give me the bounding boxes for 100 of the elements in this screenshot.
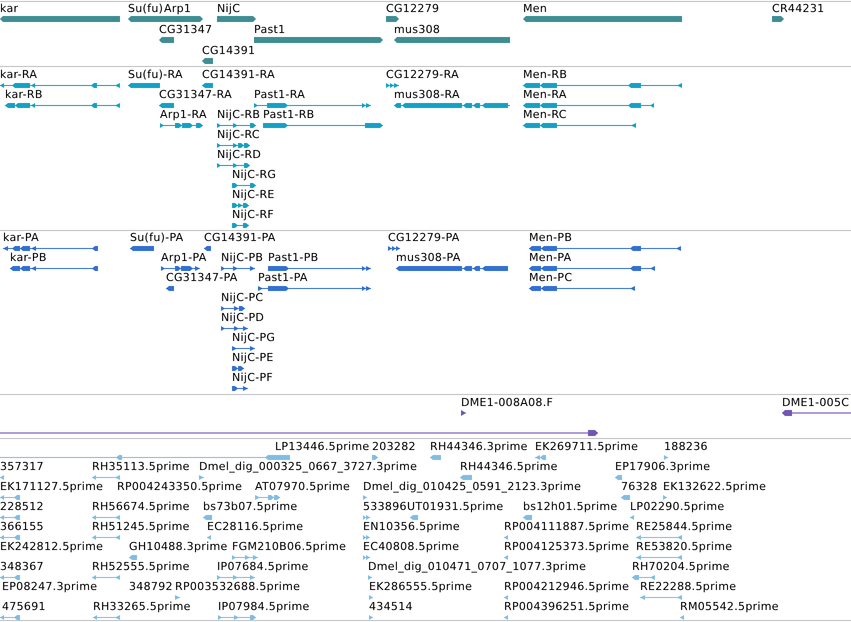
transcript-label: Arp1-RA bbox=[160, 108, 207, 121]
gene-label: Arp1 bbox=[164, 2, 192, 15]
est-label: RH56674.5prime bbox=[92, 500, 190, 513]
est-label: LP13446.5prime bbox=[275, 440, 370, 453]
est-label: GH10488.3prime bbox=[129, 540, 228, 553]
est-label: RH33265.5prime bbox=[93, 600, 191, 613]
transcript-label: CG12279-RA bbox=[386, 68, 459, 81]
est-label: RM05542.5prime bbox=[680, 600, 779, 613]
protein-label: Men-PB bbox=[529, 231, 572, 244]
protein-label: Past1-PA bbox=[258, 271, 308, 284]
est-label: Dmel_dig_010471_0707_1077.3prime bbox=[368, 560, 586, 573]
transcript-label: CG14391-RA bbox=[202, 68, 275, 81]
est-label: RP004396251.5prime bbox=[504, 600, 630, 613]
est-label: RP004212946.5prime bbox=[504, 580, 630, 593]
est-label: 76328 bbox=[621, 480, 658, 493]
gene-label: Men bbox=[523, 2, 548, 15]
est-label: EK242812.5prime bbox=[0, 540, 104, 553]
est-label: 533896 bbox=[363, 500, 407, 513]
protein-label: CG14391-PA bbox=[204, 231, 276, 244]
est-label: EK171127.5prime bbox=[0, 480, 104, 493]
est-label: EK286555.5prime bbox=[369, 580, 472, 593]
clone-label: DME1-008A08.F bbox=[461, 396, 554, 409]
est-label: 203282 bbox=[372, 440, 416, 453]
est-label: bs73b07.5prime bbox=[203, 500, 298, 513]
protein-label: NijC-PE bbox=[232, 351, 274, 364]
protein-label: Arp1-PA bbox=[161, 251, 207, 264]
transcript-label: Men-RA bbox=[523, 88, 567, 101]
est-label: 188236 bbox=[664, 440, 708, 453]
gene-label: Past1 bbox=[254, 23, 286, 36]
est-label: RH44346.5prime bbox=[460, 460, 558, 473]
protein-label: kar-PA bbox=[3, 231, 39, 244]
est-label: RP003532688.5prime bbox=[175, 580, 300, 593]
est-label: RE25844.5prime bbox=[636, 520, 732, 533]
est-label: LP02290.5prime bbox=[630, 500, 724, 513]
transcript-label: Men-RB bbox=[523, 68, 568, 81]
protein-label: kar-PB bbox=[10, 251, 47, 264]
transcript-label: Past1-RB bbox=[263, 108, 314, 121]
transcript-label: kar-RB bbox=[5, 88, 43, 101]
est-label: RH52555.5prime bbox=[92, 560, 190, 573]
transcript-label: NijC-RB bbox=[217, 108, 260, 121]
est-label: 357317 bbox=[0, 460, 44, 473]
protein-label: CG12279-PA bbox=[388, 231, 460, 244]
gene-label: kar bbox=[0, 2, 18, 15]
est-label: RE53820.5prime bbox=[636, 540, 732, 553]
protein-label: NijC-PB bbox=[221, 251, 264, 264]
est-label: FGM210B06.5prime bbox=[232, 540, 346, 553]
gene-label: CG31347 bbox=[159, 23, 212, 36]
protein-label: Su(fu)-PA bbox=[130, 231, 184, 244]
protein-label: NijC-PD bbox=[221, 311, 264, 324]
transcript-label: Su(fu)-RA bbox=[128, 68, 183, 81]
est-label: bs12h01.5prime bbox=[523, 500, 618, 513]
est-label: Dmel_dig_000325_0667_3727.3prime bbox=[199, 460, 418, 473]
est-label: EC28116.5prime bbox=[207, 520, 304, 533]
protein-label: NijC-PC bbox=[221, 291, 264, 304]
est-label: RH70204.5prime bbox=[632, 560, 730, 573]
transcript-label: mus308-RA bbox=[394, 88, 460, 101]
est-label: 475691 bbox=[2, 600, 46, 613]
protein-label: NijC-PG bbox=[232, 331, 276, 344]
est-label: IP07984.5prime bbox=[218, 600, 310, 613]
est-label: EK132622.5prime bbox=[663, 480, 766, 493]
gene-label: CG12279 bbox=[386, 2, 440, 15]
protein-label: NijC-PF bbox=[232, 371, 274, 384]
gene-label: CR44231 bbox=[772, 2, 824, 15]
protein-label: mus308-PA bbox=[396, 251, 461, 264]
transcript-label: Past1-RA bbox=[254, 88, 306, 101]
est-label: RH35113.5prime bbox=[92, 460, 190, 473]
transcript-label: NijC-RE bbox=[232, 188, 275, 201]
protein-label: CG31347-PA bbox=[166, 271, 238, 284]
transcript-label: Men-RC bbox=[523, 108, 567, 121]
est-label: EK269711.5prime bbox=[535, 440, 638, 453]
est-label: RE22288.5prime bbox=[640, 580, 736, 593]
transcript-label: NijC-RC bbox=[217, 128, 260, 141]
gene-label: CG14391 bbox=[202, 44, 256, 57]
est-label: 434514 bbox=[369, 600, 413, 613]
transcript-label: CG31347-RA bbox=[159, 88, 232, 101]
transcript-label: NijC-RG bbox=[232, 168, 276, 181]
est-label: 366155 bbox=[0, 520, 44, 533]
protein-label: Past1-PB bbox=[268, 251, 318, 264]
gene-label: Su(fu) bbox=[128, 2, 164, 15]
est-label: AT07970.5prime bbox=[255, 480, 350, 493]
est-label: EP17906.3prime bbox=[615, 460, 710, 473]
transcript-label: NijC-RD bbox=[217, 148, 262, 161]
est-label: RP004111887.5prime bbox=[504, 520, 630, 533]
est-label: 228512 bbox=[0, 500, 44, 513]
est-label: EC40808.5prime bbox=[363, 540, 460, 553]
protein-label: Men-PA bbox=[529, 251, 572, 264]
clone-label: DME1-005C bbox=[782, 396, 850, 409]
est-label: EP08247.3prime bbox=[2, 580, 98, 593]
est-label: RH44346.3prime bbox=[430, 440, 528, 453]
gene-label: mus308 bbox=[394, 23, 440, 36]
est-label: Dmel_dig_010425_0591_2123.3prime bbox=[363, 480, 582, 493]
est-label: 348367 bbox=[0, 560, 44, 573]
est-label: 348792 bbox=[129, 580, 173, 593]
protein-label: Men-PC bbox=[529, 271, 572, 284]
est-label: UT01931.5prime bbox=[407, 500, 504, 513]
transcript-label: kar-RA bbox=[0, 68, 38, 81]
gene-label: NijC bbox=[217, 2, 240, 15]
transcript-label: NijC-RF bbox=[232, 208, 274, 221]
est-label: RP004125373.5prime bbox=[504, 540, 630, 553]
est-label: RP004243350.5prime bbox=[117, 480, 242, 493]
